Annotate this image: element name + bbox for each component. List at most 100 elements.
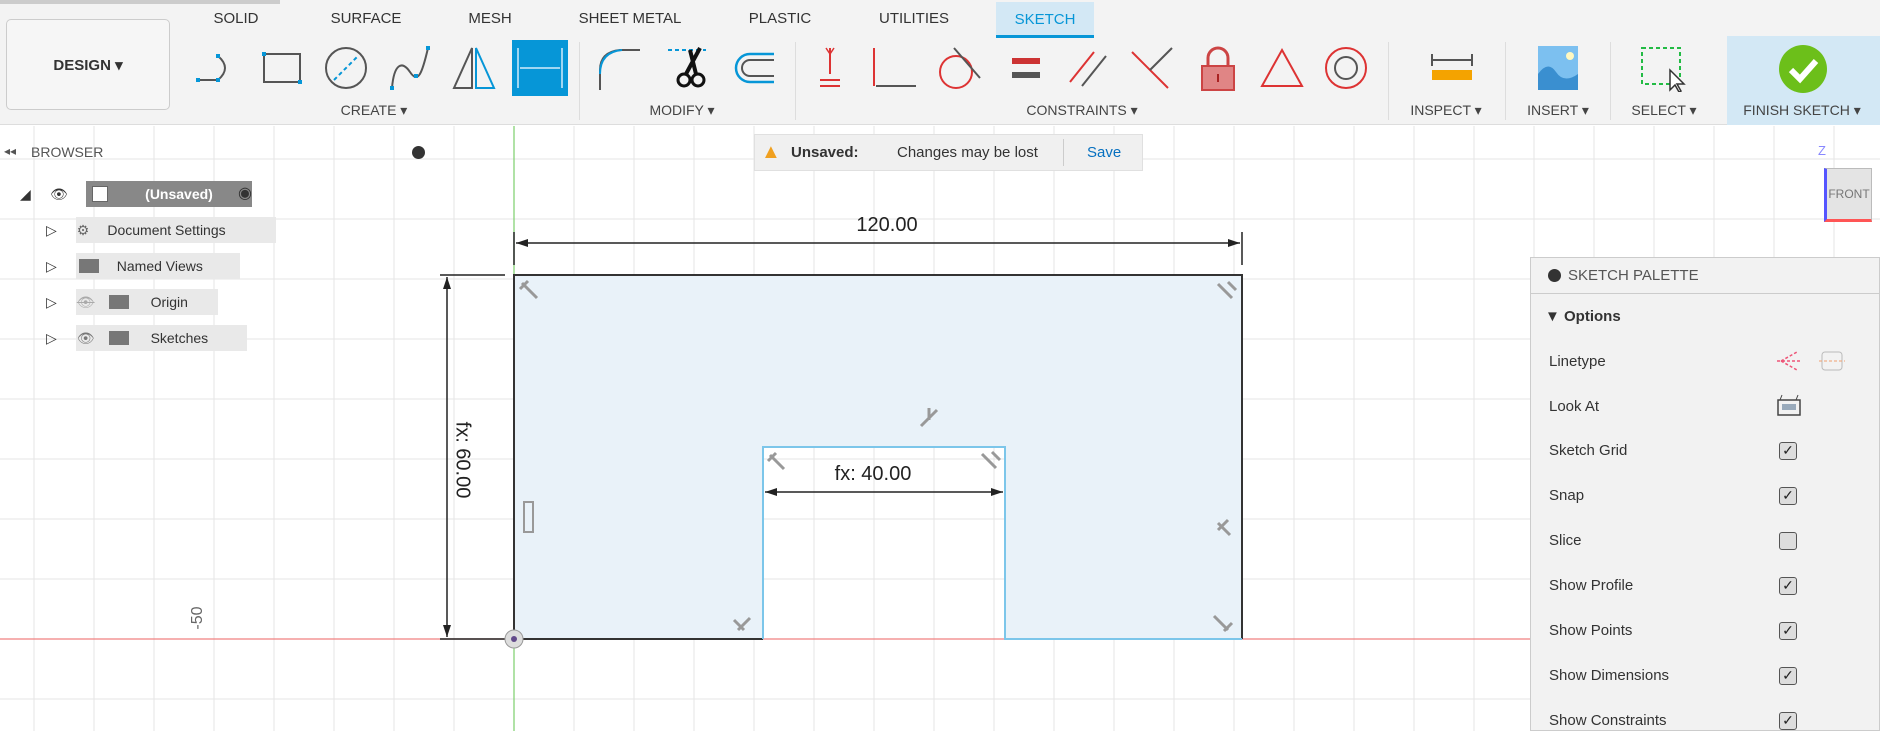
folder-icon [78, 259, 99, 273]
folder-icon [108, 295, 129, 309]
tab-sketch[interactable]: SKETCH [996, 2, 1094, 38]
option-checkbox[interactable]: ✓ [1779, 622, 1797, 640]
tab-solid[interactable]: SOLID [213, 10, 258, 27]
select-menu[interactable]: SELECT ▾ [1631, 102, 1696, 119]
divider [1063, 139, 1064, 166]
tab-surface[interactable]: SURFACE [331, 10, 402, 27]
item-label: Named Views [116, 258, 203, 274]
browser-item-named-views[interactable]: ▷ Named Views [46, 253, 203, 279]
look-at-icon[interactable] [1776, 392, 1802, 418]
warning-icon: ▲ [761, 141, 781, 163]
save-link[interactable]: Save [1087, 135, 1121, 170]
look-at-label: Look At [1549, 398, 1600, 415]
sketch-profile [514, 275, 1242, 639]
browser-root[interactable]: ◢ 👁 (Unsaved) ◉ [20, 181, 270, 207]
fix-constraint-icon[interactable] [806, 44, 854, 92]
dimension-width[interactable]: 120.00 [856, 214, 917, 237]
options-label: Options [1564, 308, 1621, 325]
browser-item-sketches[interactable]: ▷ 👁 Sketches [46, 325, 208, 351]
separator [795, 42, 796, 120]
triangle-constraint-icon[interactable] [1258, 44, 1306, 92]
option-checkbox[interactable]: ✓ [1779, 667, 1797, 685]
finish-sketch-menu[interactable]: FINISH SKETCH ▾ [1743, 102, 1861, 119]
construction-linetype-icon[interactable] [1775, 348, 1803, 374]
sketch-dimension-tool-icon[interactable] [512, 40, 568, 96]
origin-point [511, 636, 517, 642]
option-checkbox[interactable]: ✓ [1779, 577, 1797, 595]
activate-radio-icon[interactable]: ◉ [238, 181, 252, 207]
checkmark-icon [1779, 45, 1827, 93]
option-label: Show Dimensions [1549, 667, 1670, 684]
line-tool-icon[interactable] [194, 44, 242, 92]
fillet-tool-icon[interactable] [596, 44, 644, 92]
z-axis-label: Z [1818, 143, 1826, 158]
dimension-notch[interactable]: fx: 40.00 [835, 463, 912, 486]
toolbar: DESIGN ▾ SOLID SURFACE MESH SHEET METAL … [0, 0, 1880, 125]
unsaved-message: Changes may be lost [897, 144, 1038, 161]
create-menu[interactable]: CREATE ▾ [341, 102, 408, 119]
expand-icon[interactable]: ▷ [46, 330, 57, 346]
dimension-height[interactable]: fx: 60.00 [451, 422, 474, 499]
tab-mesh[interactable]: MESH [468, 10, 511, 27]
inspect-label: INSPECT [1410, 102, 1471, 118]
visibility-eye-icon[interactable]: 👁 [50, 181, 68, 207]
select-label: SELECT [1631, 102, 1686, 118]
select-window-icon[interactable] [1638, 44, 1686, 92]
modify-menu[interactable]: MODIFY ▾ [649, 102, 714, 119]
rectangle-tool-icon[interactable] [258, 44, 306, 92]
grid-axis-label: -50 [189, 606, 206, 630]
option-label: Show Points [1549, 622, 1633, 639]
hidden-eye-icon[interactable]: 👁 [77, 294, 95, 310]
circle-tool-icon[interactable] [322, 44, 370, 92]
collapse-triangle-icon[interactable]: ◢ [20, 181, 31, 207]
collapse-browser-icon[interactable]: ◂◂ [4, 144, 16, 158]
browser-item-document-settings[interactable]: ▷ ⚙ Document Settings [46, 217, 226, 243]
tab-sheet-metal[interactable]: SHEET METAL [579, 10, 682, 27]
gear-icon: ⚙ [76, 222, 90, 238]
minimize-palette-icon[interactable] [1548, 269, 1561, 282]
item-label: Document Settings [107, 222, 226, 238]
tab-plastic[interactable]: PLASTIC [749, 10, 812, 27]
tab-utilities[interactable]: UTILITIES [879, 10, 949, 27]
viewcube-front-face[interactable]: FRONT [1824, 168, 1872, 222]
finish-sketch-label: FINISH SKETCH [1743, 102, 1850, 118]
insert-image-icon[interactable] [1534, 44, 1582, 92]
option-checkbox[interactable]: ✓ [1779, 487, 1797, 505]
mirror-tool-icon[interactable] [450, 44, 498, 92]
equal-constraint-icon[interactable] [1002, 44, 1050, 92]
title-scroll [0, 0, 280, 4]
offset-tool-icon[interactable] [728, 44, 776, 92]
create-label: CREATE [340, 102, 397, 118]
unsaved-notice: ▲ Unsaved: Changes may be lost Save [754, 134, 1143, 171]
coincident-constraint-icon[interactable] [870, 44, 918, 92]
palette-header: SKETCH PALETTE [1531, 258, 1880, 294]
design-workspace-button[interactable]: DESIGN ▾ [6, 19, 170, 110]
expand-icon[interactable]: ▷ [46, 222, 57, 238]
folder-icon [108, 331, 129, 345]
spline-tool-icon[interactable] [386, 44, 434, 92]
parallel-constraint-icon[interactable] [1064, 44, 1112, 92]
item-label: Sketches [150, 330, 209, 346]
visibility-eye-icon[interactable]: 👁 [77, 330, 95, 346]
perpendicular-constraint-icon[interactable] [1128, 44, 1176, 92]
minimize-browser-icon[interactable] [412, 146, 425, 159]
inspect-menu[interactable]: INSPECT ▾ [1410, 102, 1481, 119]
expand-icon[interactable]: ▷ [46, 258, 57, 274]
trim-tool-icon[interactable] [666, 44, 714, 92]
constraints-menu[interactable]: CONSTRAINTS ▾ [1026, 102, 1137, 119]
tangent-constraint-icon[interactable] [936, 44, 984, 92]
concentric-constraint-icon[interactable] [1322, 44, 1370, 92]
insert-menu[interactable]: INSERT ▾ [1527, 102, 1589, 119]
browser-item-origin[interactable]: ▷ 👁 Origin [46, 289, 188, 315]
measure-icon[interactable] [1428, 44, 1476, 92]
option-checkbox[interactable]: ✓ [1779, 442, 1797, 460]
linetype-label: Linetype [1549, 353, 1606, 370]
viewcube[interactable]: Z FRONT [1818, 143, 1872, 222]
option-checkbox[interactable]: ✓ [1779, 712, 1797, 730]
expand-icon[interactable]: ▷ [46, 294, 57, 310]
browser-title: BROWSER [31, 144, 104, 160]
centerline-linetype-icon[interactable] [1819, 348, 1845, 374]
options-section-toggle[interactable]: ▼ Options [1545, 308, 1621, 325]
lock-constraint-icon[interactable] [1194, 44, 1242, 92]
option-checkbox[interactable] [1779, 532, 1797, 550]
